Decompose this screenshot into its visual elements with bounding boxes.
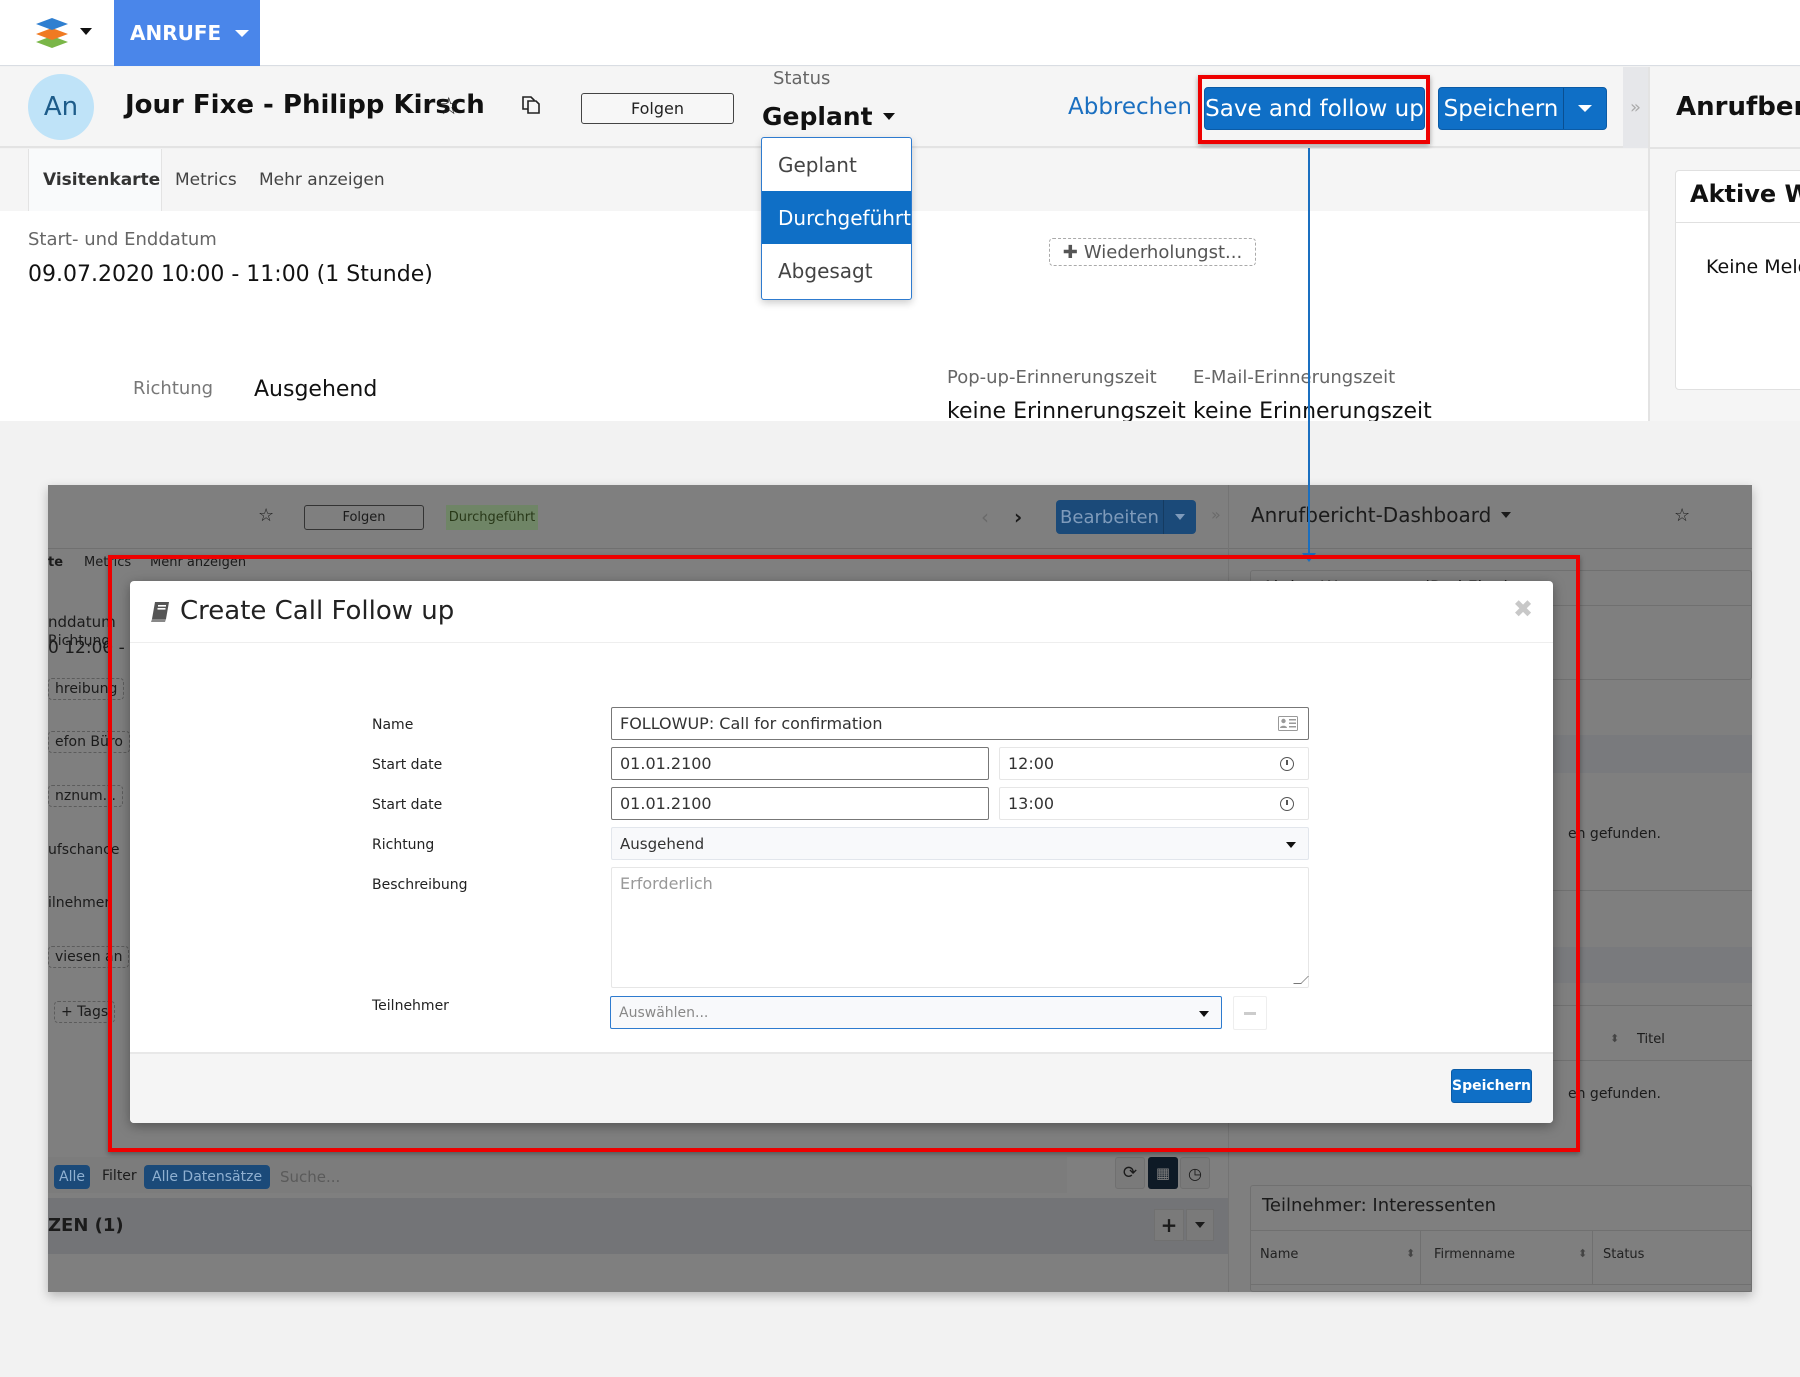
- field-label: ilnehmer: [48, 895, 111, 911]
- caret-down-icon: [1186, 1209, 1214, 1241]
- follow-button[interactable]: Folgen: [581, 93, 734, 124]
- module-tab-label: ANRUFE: [130, 21, 222, 45]
- filter-label: Filter: [102, 1168, 137, 1184]
- status-option-durchgefuehrt[interactable]: Durchgeführt: [762, 191, 911, 244]
- cancel-button[interactable]: Abbrechen: [1068, 94, 1192, 120]
- tab-visitenkarte[interactable]: Visitenkarte: [28, 149, 162, 211]
- sort-icon: ⬍: [1578, 1247, 1588, 1260]
- field-label: Richtung: [48, 633, 111, 649]
- column-header-name: Name: [1260, 1247, 1299, 1262]
- chevron-down-icon: [235, 29, 250, 37]
- status-menu: Geplant Durchgeführt Abgesagt: [761, 137, 912, 300]
- date-range-label: Start- und Enddatum: [28, 229, 217, 250]
- warnings-card-title: Aktive Warnungen (Red Flag): [1690, 180, 1800, 208]
- status-badge: Durchgeführt: [446, 505, 538, 530]
- copy-icon[interactable]: [520, 94, 542, 116]
- email-reminder-value: keine Erinnerungszeit: [1193, 399, 1432, 421]
- follow-button: Folgen: [304, 505, 424, 530]
- participants-title: Teilnehmer: Interessenten: [1262, 1195, 1497, 1216]
- clock-icon: ◷: [1180, 1157, 1210, 1189]
- warnings-empty-text: Keine Meldungen gefunden.: [1706, 256, 1800, 278]
- page-title: Jour Fixe - Philipp Kirsch: [125, 90, 485, 120]
- highlight-box-save-follow-up: [1198, 75, 1430, 144]
- status-value: Geplant: [762, 102, 873, 131]
- refresh-icon: ⟳: [1115, 1157, 1145, 1189]
- edit-button: Bearbeiten: [1056, 500, 1164, 534]
- status-option-geplant[interactable]: Geplant: [762, 138, 911, 191]
- dashboard-title: Anrufbericht-Dashboard: [1676, 92, 1800, 122]
- divider: [48, 548, 1752, 549]
- sort-icon: ⬍: [1610, 1032, 1620, 1045]
- star-icon: ☆: [258, 505, 275, 526]
- chevron-right-icon: ›: [1014, 505, 1023, 529]
- no-results-text: en gefunden.: [1568, 826, 1661, 842]
- dashboard-title-text: Anrufbericht-Dashboard: [1251, 503, 1492, 527]
- status-option-abgesagt[interactable]: Abgesagt: [762, 244, 911, 297]
- tab-mehr-anzeigen[interactable]: Mehr anzeigen: [259, 149, 385, 211]
- popup-reminder-label: Pop-up-Erinnerungszeit: [947, 367, 1157, 388]
- column-header-titel: Titel: [1637, 1032, 1665, 1047]
- popup-reminder-value: keine Erinnerungszeit: [947, 399, 1186, 421]
- caret-down-icon: [882, 113, 895, 120]
- direction-label: Richtung: [133, 378, 214, 399]
- section-title: ZEN (1): [48, 1215, 124, 1236]
- top-navigation-bar: [0, 0, 1800, 66]
- plus-icon: +: [1154, 1209, 1184, 1241]
- edit-options-toggle: [1164, 500, 1196, 534]
- grid-view-icon: ▦: [1148, 1157, 1178, 1189]
- app-switcher-caret-icon[interactable]: [80, 28, 92, 35]
- section-header: [48, 1198, 1228, 1254]
- date-range-value: 09.07.2020 10:00 - 11:00 (1 Stunde): [28, 262, 433, 287]
- divider: [1592, 1230, 1593, 1285]
- save-options-toggle[interactable]: [1564, 88, 1606, 129]
- tab-visitenkarte: te: [48, 555, 64, 570]
- column-header-status: Status: [1603, 1247, 1645, 1262]
- save-button[interactable]: Speichern: [1439, 88, 1564, 129]
- filter-records-badge: Alle Datensätze: [144, 1165, 271, 1189]
- tab-metrics[interactable]: Metrics: [175, 149, 237, 211]
- caret-down-icon: [1578, 105, 1592, 112]
- edit-split-button: Bearbeiten: [1056, 500, 1196, 534]
- recurrence-label: Wiederholungst...: [1083, 241, 1243, 263]
- sort-icon: ⬍: [1406, 1247, 1416, 1260]
- caret-down-icon: [1175, 514, 1185, 520]
- star-icon: ☆: [1674, 505, 1691, 526]
- filter-all-badge: Alle: [54, 1165, 90, 1189]
- add-tags-chip: + Tags: [54, 1001, 116, 1023]
- highlight-box-modal: [108, 555, 1580, 1152]
- module-tab-anrufe[interactable]: ANRUFE: [114, 0, 260, 66]
- search-input: Suche...: [280, 1168, 341, 1186]
- dashboard-title: Anrufbericht-Dashboard: [1251, 503, 1512, 527]
- divider: [1676, 222, 1800, 223]
- column-header-firmenname: Firmenname: [1434, 1247, 1516, 1262]
- annotation-connector-line: [1308, 148, 1310, 560]
- status-label: Status: [773, 68, 831, 89]
- status-dropdown[interactable]: Geplant: [762, 102, 895, 131]
- date-range-label: nddatum: [48, 613, 116, 631]
- plus-icon: ✚: [1062, 241, 1078, 263]
- add-recurrence-button[interactable]: ✚ Wiederholungst...: [1049, 238, 1256, 266]
- divider: [1648, 147, 1800, 149]
- caret-down-icon: [1501, 512, 1512, 518]
- avatar: An: [28, 74, 94, 140]
- collapse-panel-icon[interactable]: »: [1623, 67, 1648, 148]
- email-reminder-label: E-Mail-Erinnerungszeit: [1193, 367, 1396, 388]
- stacked-layers-logo-icon[interactable]: [34, 14, 70, 50]
- direction-value: Ausgehend: [254, 377, 378, 402]
- no-results-text: en gefunden.: [1568, 1086, 1661, 1102]
- chevron-left-icon: ‹: [981, 505, 989, 529]
- collapse-panel-icon: »: [1211, 505, 1221, 524]
- divider: [1420, 1230, 1421, 1285]
- save-split-button: Speichern: [1438, 87, 1607, 130]
- star-icon[interactable]: ☆: [438, 92, 460, 120]
